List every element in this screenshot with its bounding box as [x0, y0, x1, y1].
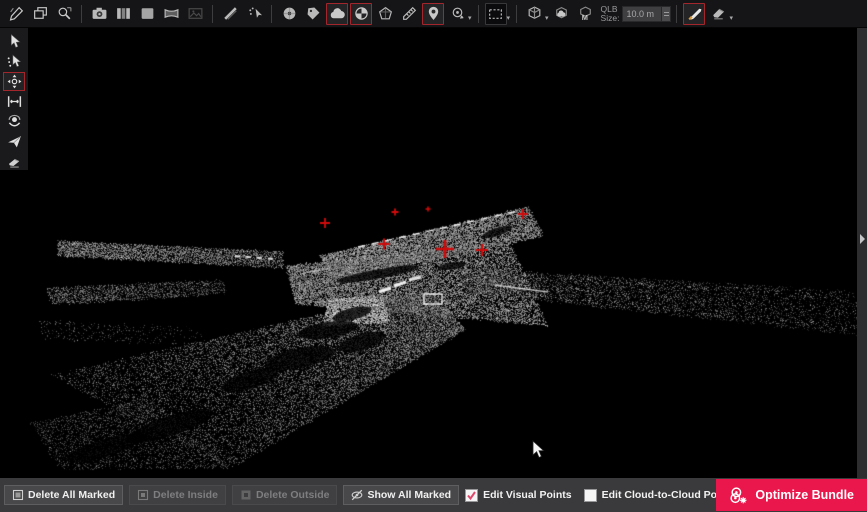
zoom-region-icon[interactable]	[53, 3, 75, 25]
select-cursor-icon[interactable]	[3, 32, 25, 51]
dropdown-caret-icon[interactable]: ▾	[545, 14, 549, 22]
dropdown-caret-icon[interactable]: ▾	[468, 14, 472, 22]
qlb-size-input[interactable]	[622, 6, 662, 22]
pin-icon[interactable]	[422, 3, 444, 25]
box-3d-icon[interactable]	[523, 3, 545, 25]
optimize-bundle-button[interactable]: Optimize Bundle	[716, 479, 867, 511]
panorama-icon[interactable]	[160, 3, 182, 25]
show-marked-icon	[351, 489, 363, 501]
delete-marked-icon	[12, 489, 24, 501]
bundle-icon	[729, 486, 748, 505]
delete-all-marked-button[interactable]: Delete All Marked	[4, 485, 123, 505]
toolbar-separator	[516, 5, 517, 23]
bottom-action-bar: Delete All Marked Delete Inside Delete Out…	[0, 478, 867, 512]
left-toolbar	[0, 28, 28, 170]
optimize-bundle-label: Optimize Bundle	[755, 488, 854, 502]
side-panel-handle[interactable]	[857, 28, 867, 478]
toolbar-separator	[271, 5, 272, 23]
qlb-size-field: QLBSize:	[601, 5, 672, 23]
eraser-icon[interactable]	[707, 3, 729, 25]
box-m-icon[interactable]: M	[575, 3, 597, 25]
toolbar-separator	[676, 5, 677, 23]
box-cloud-icon[interactable]	[551, 3, 573, 25]
checkbox-checked[interactable]	[465, 489, 478, 502]
button-label: Delete Outside	[256, 489, 330, 501]
point-cloud-canvas[interactable]	[0, 28, 857, 478]
button-label: Show All Marked	[367, 489, 451, 501]
marked-buttons-group: Delete All Marked Delete Inside Delete Out…	[4, 485, 465, 505]
edit-scene-icon[interactable]	[5, 3, 27, 25]
edit-points-checkbox-group: Edit Visual Points Edit Cloud-to-Cloud Po…	[465, 489, 748, 502]
dropdown-caret-icon[interactable]: ▾	[729, 14, 733, 22]
viewport-3d[interactable]	[0, 28, 857, 478]
toolbar-separator	[478, 5, 479, 23]
svg-text:M: M	[582, 13, 588, 22]
checkbox-label: Edit Visual Points	[483, 489, 572, 501]
button-label: Delete All Marked	[28, 489, 115, 501]
select-points-cursor-icon[interactable]	[3, 52, 25, 71]
width-measure-icon[interactable]	[3, 92, 25, 111]
eraser-tool-icon[interactable]	[3, 152, 25, 171]
rect-select-icon[interactable]	[485, 3, 507, 25]
show-all-marked-button[interactable]: Show All Marked	[343, 485, 459, 505]
brush-icon[interactable]	[683, 3, 705, 25]
sphere-icon[interactable]	[350, 3, 372, 25]
ruler-pen-icon[interactable]	[398, 3, 420, 25]
right-chevron-icon	[858, 233, 866, 245]
cascade-windows-icon[interactable]	[29, 3, 51, 25]
tag-icon[interactable]	[302, 3, 324, 25]
disc-icon[interactable]	[278, 3, 300, 25]
toolbar-separator	[81, 5, 82, 23]
application-window: ▾ ▾ ▾ M QLBSize: ▾ Delete All Marked Delete In…	[0, 0, 867, 512]
orbit-icon[interactable]	[446, 3, 468, 25]
pan-move-icon[interactable]	[3, 72, 25, 91]
person-view-icon[interactable]	[3, 112, 25, 131]
checkbox-unchecked[interactable]	[584, 489, 597, 502]
toolbar-separator	[212, 5, 213, 23]
edit-cloud-to-cloud-points-checkbox[interactable]: Edit Cloud-to-Cloud Points	[584, 489, 736, 502]
fly-plane-icon[interactable]	[3, 132, 25, 151]
top-toolbar: ▾ ▾ ▾ M QLBSize: ▾	[0, 0, 867, 28]
delete-outside-button[interactable]: Delete Outside	[232, 485, 338, 505]
delete-outside-icon	[240, 489, 252, 501]
camera-icon[interactable]	[88, 3, 110, 25]
cursor-spray-icon[interactable]	[243, 3, 265, 25]
cloud-icon[interactable]	[326, 3, 348, 25]
mesh-icon[interactable]	[374, 3, 396, 25]
images-icon[interactable]	[184, 3, 206, 25]
qlb-size-label: QLBSize:	[601, 5, 620, 23]
button-label: Delete Inside	[153, 489, 218, 501]
delete-inside-icon	[137, 489, 149, 501]
delete-inside-button[interactable]: Delete Inside	[129, 485, 226, 505]
measure-stick-icon[interactable]	[219, 3, 241, 25]
solid-square-icon[interactable]	[136, 3, 158, 25]
edit-visual-points-checkbox[interactable]: Edit Visual Points	[465, 489, 572, 502]
dropdown-caret-icon[interactable]: ▾	[507, 14, 511, 22]
qlb-size-stepper[interactable]	[662, 6, 671, 22]
split-view-icon[interactable]	[112, 3, 134, 25]
